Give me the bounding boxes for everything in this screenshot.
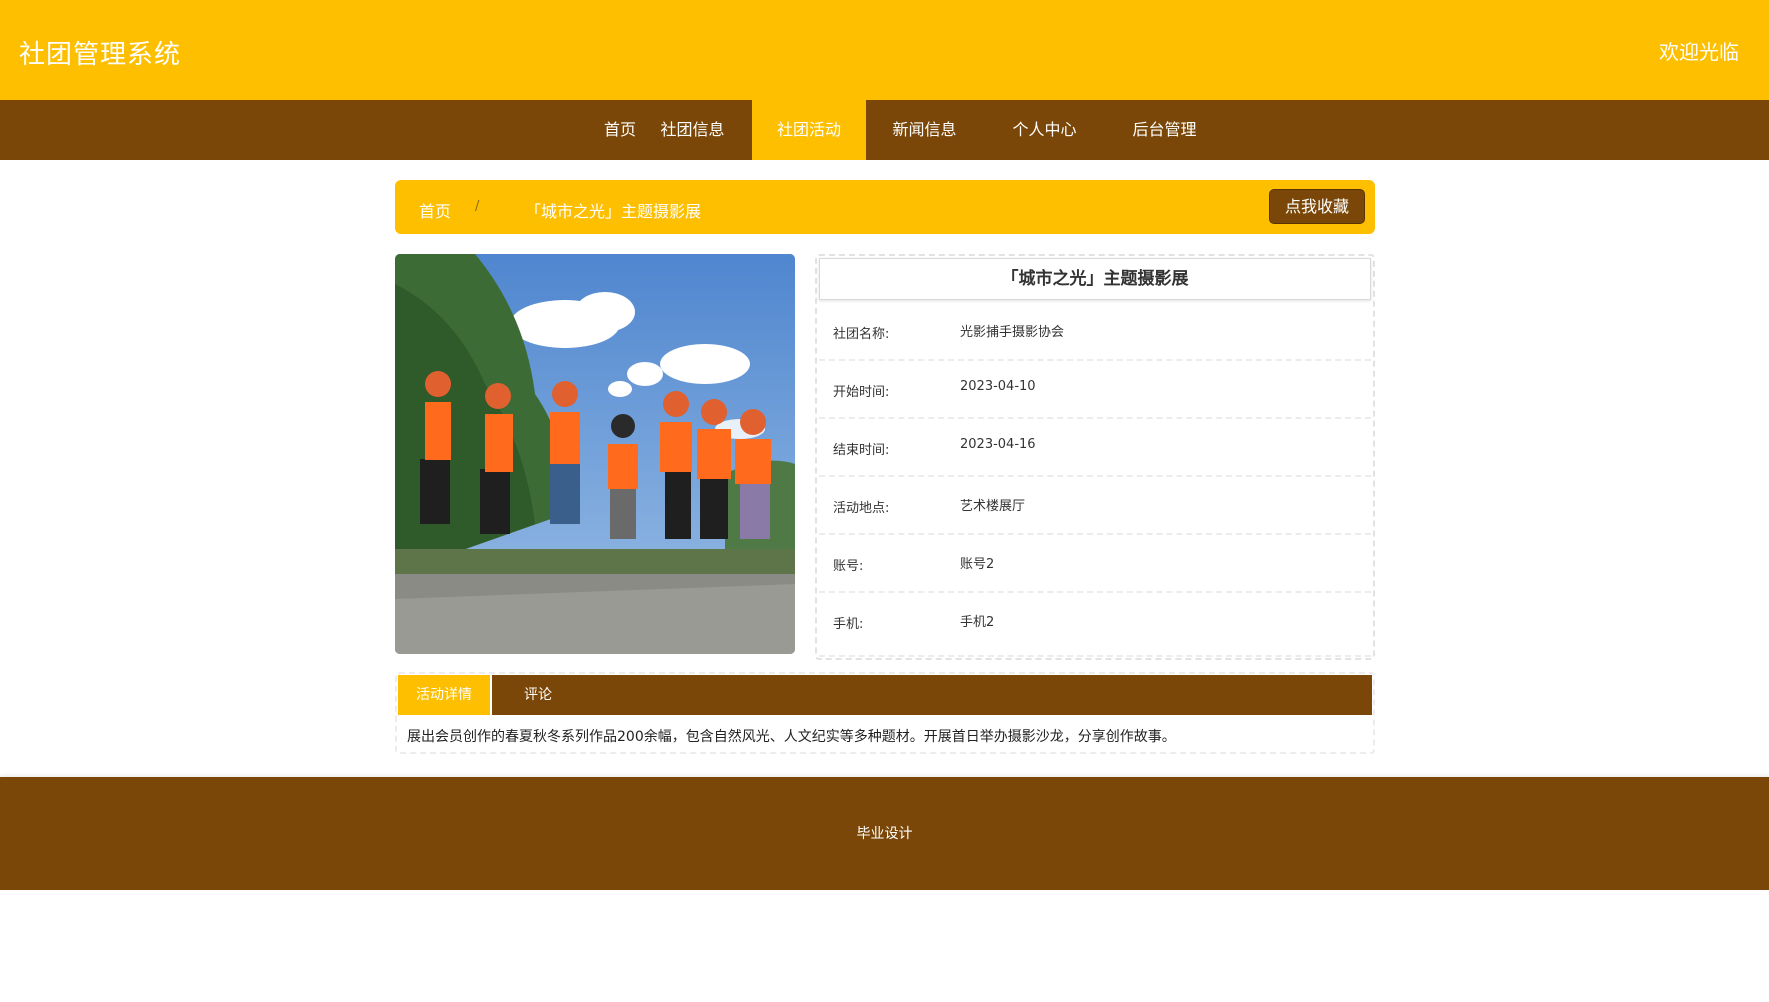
activity-description: 展出会员创作的春夏秋冬系列作品200余幅，包含自然风光、人文纪实等多种题材。开展… xyxy=(407,729,1176,745)
info-label: 账号: xyxy=(833,559,864,574)
breadcrumb-current: 「城市之光」主题摄影展 xyxy=(525,202,702,221)
nav-item-admin[interactable]: 后台管理 xyxy=(1112,100,1217,160)
footer-text: 毕业设计 xyxy=(856,826,913,842)
breadcrumb: 首页 / 「城市之光」主题摄影展 点我收藏 xyxy=(395,180,1375,234)
info-value: 2023-04-16 xyxy=(960,437,1036,452)
favorite-button[interactable]: 点我收藏 xyxy=(1269,189,1365,224)
info-row-location: 活动地点: 艺术楼展厅 xyxy=(819,477,1371,535)
activity-info-panel: 「城市之光」主题摄影展 社团名称: 光影捕手摄影协会 开始时间: 2023-04… xyxy=(815,254,1375,660)
tab-comments[interactable]: 评论 xyxy=(498,675,578,715)
nav-item-club-info[interactable]: 社团信息 xyxy=(640,100,745,160)
nav-item-news[interactable]: 新闻信息 xyxy=(872,100,977,160)
info-label: 结束时间: xyxy=(833,443,890,458)
detail-tabs-panel: 活动详情 评论 展出会员创作的春夏秋冬系列作品200余幅，包含自然风光、人文纪实… xyxy=(395,672,1375,754)
info-row-start-time: 开始时间: 2023-04-10 xyxy=(819,361,1371,419)
tabs-bar: 活动详情 评论 xyxy=(398,675,1372,715)
activity-photo xyxy=(395,254,795,654)
activity-title: 「城市之光」主题摄影展 xyxy=(819,258,1371,300)
top-header: 社团管理系统 欢迎光临 xyxy=(0,0,1769,100)
info-label: 手机: xyxy=(833,617,864,632)
welcome-text: 欢迎光临 xyxy=(1659,40,1739,64)
info-row-club-name: 社团名称: 光影捕手摄影协会 xyxy=(819,303,1371,361)
info-label: 社团名称: xyxy=(833,327,890,342)
info-row-end-time: 结束时间: 2023-04-16 xyxy=(819,419,1371,477)
nav-item-personal-center[interactable]: 个人中心 xyxy=(992,100,1097,160)
main-nav: 首页 社团信息 社团活动 新闻信息 个人中心 后台管理 xyxy=(0,100,1769,160)
info-value: 光影捕手摄影协会 xyxy=(960,325,1065,340)
info-label: 活动地点: xyxy=(833,501,890,516)
nav-item-club-activity[interactable]: 社团活动 xyxy=(752,100,866,160)
breadcrumb-separator: / xyxy=(475,199,480,214)
footer: 毕业设计 xyxy=(0,777,1769,890)
info-value: 账号2 xyxy=(960,557,995,572)
tab-activity-details[interactable]: 活动详情 xyxy=(398,675,492,715)
info-value: 手机2 xyxy=(960,615,995,630)
site-title: 社团管理系统 xyxy=(19,40,182,70)
info-row-account: 账号: 账号2 xyxy=(819,535,1371,593)
breadcrumb-home-link[interactable]: 首页 xyxy=(419,198,451,222)
info-row-phone: 手机: 手机2 xyxy=(819,593,1371,657)
info-value: 艺术楼展厅 xyxy=(960,499,1026,514)
info-value: 2023-04-10 xyxy=(960,379,1036,394)
info-label: 开始时间: xyxy=(833,385,890,400)
